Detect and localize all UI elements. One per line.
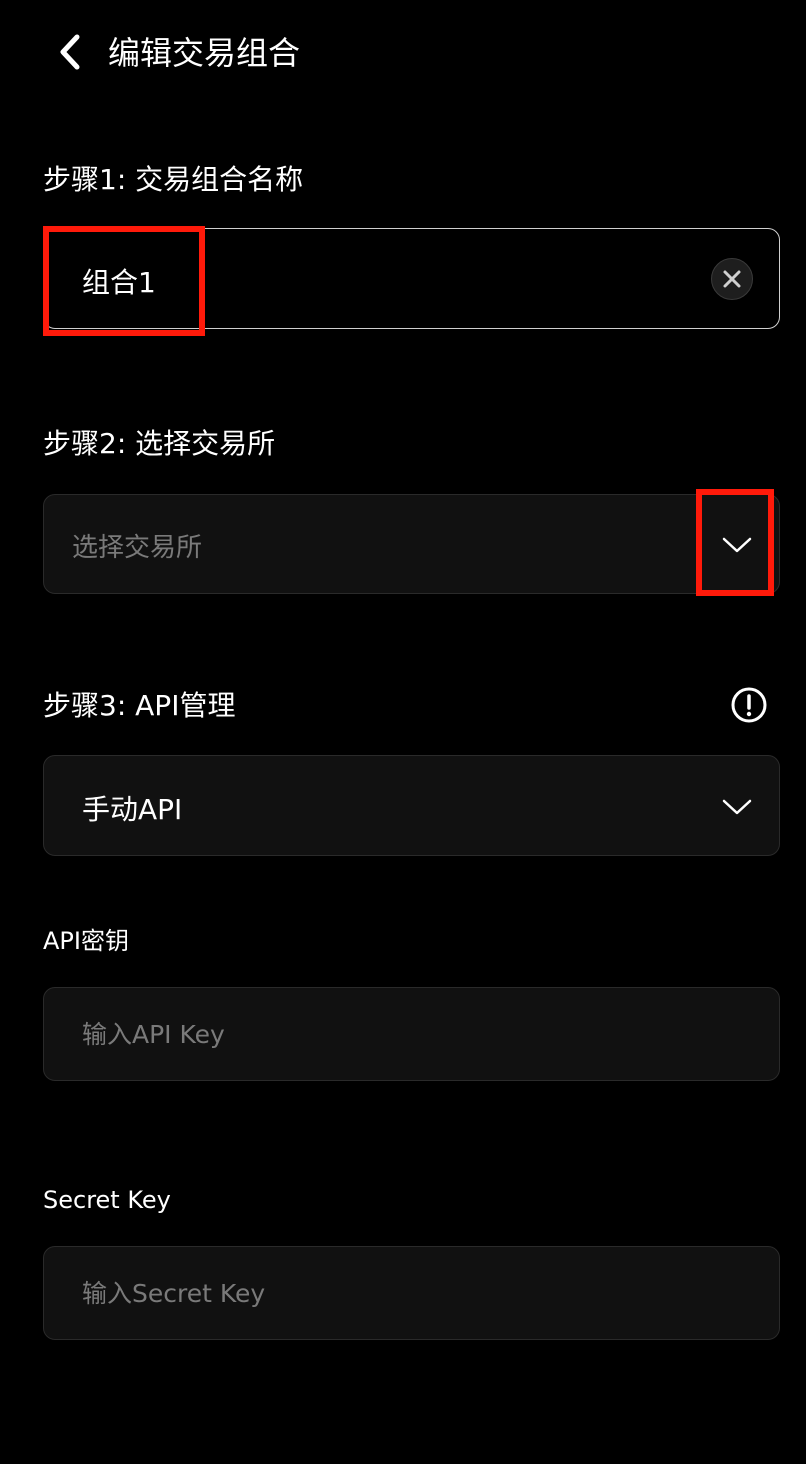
portfolio-name-value: 组合1	[82, 266, 156, 299]
api-key-field[interactable]	[43, 987, 780, 1081]
page-title: 编辑交易组合	[108, 34, 301, 72]
chevron-left-icon	[60, 34, 80, 70]
secret-key-label: Secret Key	[43, 1186, 171, 1214]
secret-key-input[interactable]	[82, 1247, 741, 1339]
step1-label: 步骤1: 交易组合名称	[43, 163, 304, 196]
info-icon	[731, 687, 767, 723]
chevron-down-icon	[722, 537, 752, 553]
portfolio-name-field[interactable]: 组合1	[43, 228, 780, 329]
api-key-input[interactable]	[82, 988, 741, 1080]
api-mode-select[interactable]: 手动API	[43, 755, 780, 856]
close-icon	[723, 270, 741, 288]
step2-label: 步骤2: 选择交易所	[43, 427, 276, 460]
api-mode-dropdown-toggle[interactable]	[721, 791, 753, 823]
exchange-dropdown-toggle[interactable]	[721, 529, 753, 561]
back-button[interactable]	[50, 30, 90, 74]
clear-button[interactable]	[711, 258, 753, 300]
exchange-select-placeholder: 选择交易所	[72, 533, 203, 563]
secret-key-field[interactable]	[43, 1246, 780, 1340]
chevron-down-icon	[722, 799, 752, 815]
info-button[interactable]	[730, 686, 768, 724]
api-key-label: API密钥	[43, 927, 129, 955]
edit-portfolio-page: 编辑交易组合 步骤1: 交易组合名称 组合1 步骤2: 选择交易所 选择交易所 …	[0, 0, 806, 1464]
step3-label: 步骤3: API管理	[43, 689, 236, 722]
exchange-select[interactable]: 选择交易所	[43, 494, 780, 594]
api-mode-value: 手动API	[82, 793, 183, 826]
